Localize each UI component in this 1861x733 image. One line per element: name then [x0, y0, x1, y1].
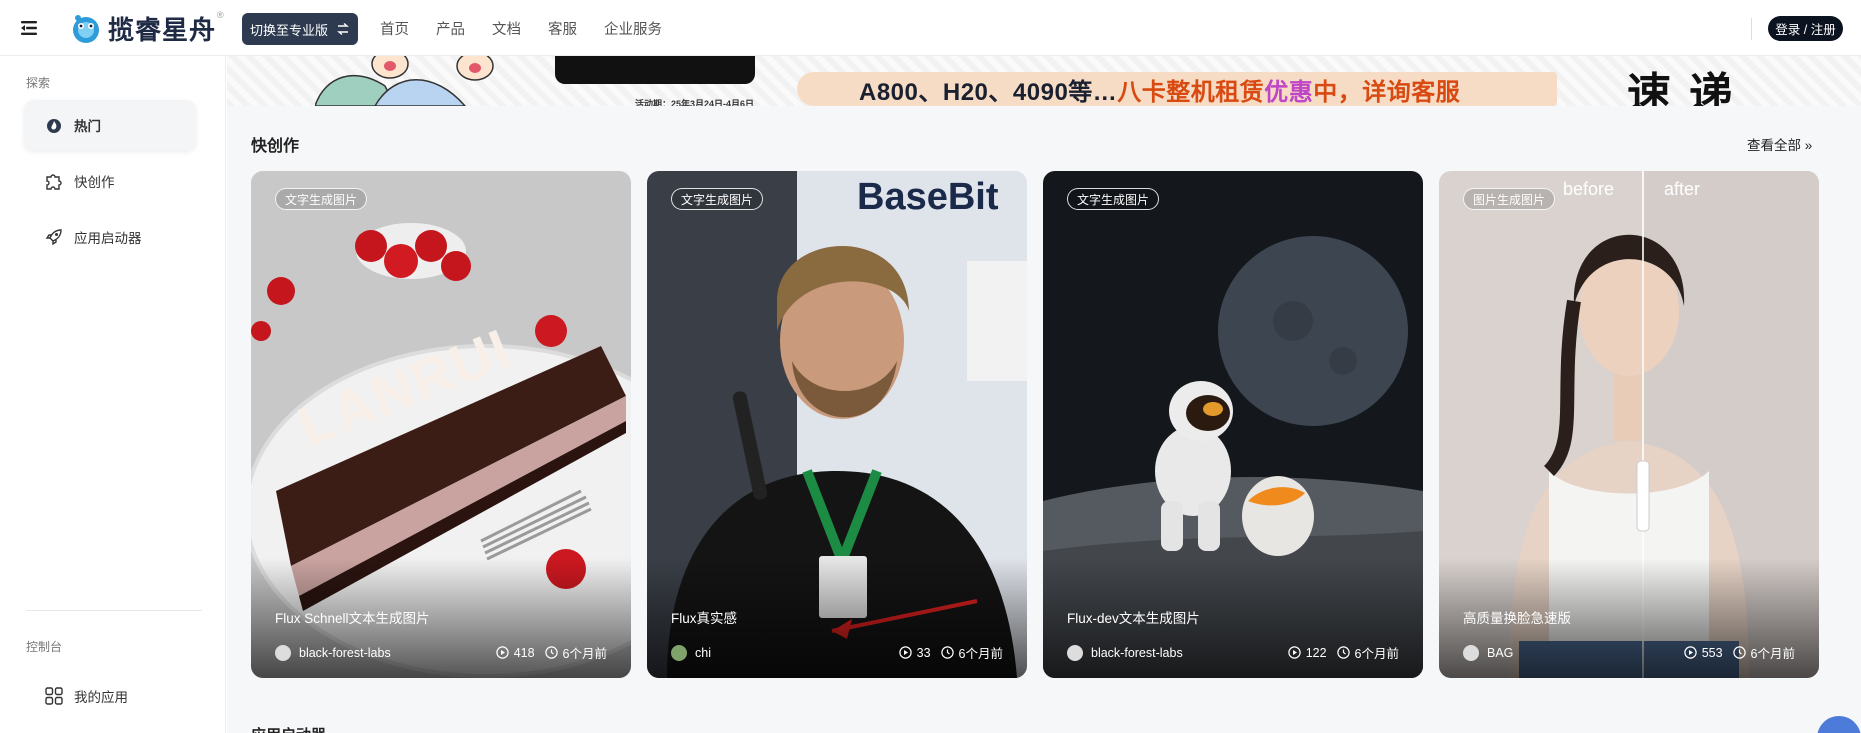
avatar: [1463, 644, 1479, 661]
run-count: 418: [495, 645, 535, 660]
sidebar-item-label: 应用启动器: [74, 231, 142, 246]
card-image-text: BaseBit: [857, 176, 999, 218]
card-tag: 文字生成图片: [1067, 188, 1160, 210]
banner-strip-prefix: A800、H20、4090等…: [859, 78, 1118, 106]
switch-pro-button[interactable]: 切换至专业版: [242, 13, 358, 45]
run-count: 122: [1287, 645, 1327, 660]
card-title: 高质量换脸急速版: [1463, 611, 1571, 626]
updated-time-value: 6个月前: [958, 647, 1003, 661]
logo-text: 揽睿星舟: [108, 15, 217, 45]
banner-date: 活动期：25年3月24日-4月6日: [635, 99, 755, 106]
card-title: Flux-dev文本生成图片: [1067, 611, 1200, 626]
nav-support[interactable]: 客服: [548, 18, 577, 39]
card-tag: 文字生成图片: [275, 188, 368, 210]
banner-right-title: 速递: [1627, 70, 1751, 106]
sidebar: 探索 热门 快创作 应用启动器 控制台 我的应用: [0, 56, 226, 733]
section-title-quick-create: 快创作: [251, 138, 300, 155]
run-count-value: 122: [1305, 645, 1327, 660]
app-card-flux-realism[interactable]: BaseBit 文字生成图片 Flux真实感 chi 33 6个月前: [647, 171, 1027, 678]
main-content: 活动期：25年3月24日-4月6日 A800、H20、4090等… 八卡整机租赁…: [227, 56, 1861, 733]
card-author: BAG: [1487, 645, 1514, 660]
updated-time: 6个月前: [544, 643, 607, 662]
clock-icon: [940, 646, 954, 659]
app-card-flux-schnell[interactable]: LANRUI 文字生成图片 Flux Schnell文本生成图片 black-f…: [251, 171, 631, 678]
card-title: Flux Schnell文本生成图片: [275, 611, 430, 626]
sidebar-item-label: 我的应用: [74, 690, 128, 705]
avatar: [275, 644, 291, 661]
sidebar-section-console: 控制台: [26, 640, 63, 654]
view-all-link[interactable]: 查看全部 »: [1747, 134, 1812, 154]
main-nav: 首页 产品 文档 客服 企业服务: [380, 0, 689, 56]
updated-time: 6个月前: [1336, 643, 1399, 662]
banner-strip-highlight: 八卡整机租赁: [1117, 78, 1265, 106]
banner-illustration: [315, 56, 494, 106]
card-meta: black-forest-labs 122 6个月前: [1067, 643, 1399, 662]
rocket-icon: [44, 227, 64, 247]
sidebar-item-hot[interactable]: 热门: [24, 100, 196, 150]
floating-help-icon[interactable]: [1817, 716, 1861, 733]
sidebar-section-explore: 探索: [26, 76, 51, 90]
logo-icon: [73, 14, 99, 43]
logo[interactable]: 揽睿星舟®: [68, 10, 225, 47]
play-circle-icon: [898, 646, 912, 659]
updated-time-value: 6个月前: [562, 647, 607, 661]
play-circle-icon: [1683, 646, 1697, 659]
sidebar-item-label: 热门: [74, 119, 101, 134]
avatar: [671, 644, 687, 661]
card-author: chi: [695, 645, 711, 660]
card-meta: black-forest-labs 418 6个月前: [275, 643, 607, 662]
nav-products[interactable]: 产品: [436, 18, 465, 39]
puzzle-icon: [44, 171, 64, 191]
updated-time: 6个月前: [940, 643, 1003, 662]
nav-docs[interactable]: 文档: [492, 18, 521, 39]
card-tag: 文字生成图片: [671, 188, 764, 210]
banner-strip: A800、H20、4090等… 八卡整机租赁 优惠 中，详询客服: [797, 72, 1557, 106]
sidebar-item-app-launcher[interactable]: 应用启动器: [24, 212, 196, 262]
card-author: black-forest-labs: [1091, 645, 1183, 660]
run-count-value: 553: [1701, 645, 1723, 660]
sidebar-divider: [26, 610, 202, 611]
top-bar: 揽睿星舟® 切换至专业版 首页 产品 文档 客服 企业服务 登录 / 注册: [0, 0, 1861, 56]
clock-icon: [1336, 646, 1350, 659]
switch-pro-label: 切换至专业版: [249, 22, 328, 38]
section-title-app-launcher: 应用启动器: [251, 724, 326, 733]
grid-icon: [44, 686, 64, 706]
run-count-value: 33: [916, 645, 931, 660]
after-label: after: [1664, 179, 1701, 199]
fire-icon: [44, 115, 64, 135]
banner-strip-suffix: 中，详询客服: [1313, 78, 1461, 106]
nav-enterprise[interactable]: 企业服务: [604, 18, 662, 39]
updated-time: 6个月前: [1732, 643, 1795, 662]
run-count-value: 418: [513, 645, 535, 660]
card-meta: chi 33 6个月前: [671, 643, 1003, 662]
avatar: [1067, 644, 1083, 661]
login-register-button[interactable]: 登录 / 注册: [1768, 16, 1843, 41]
swap-icon: [337, 22, 349, 36]
clock-icon: [1732, 646, 1746, 659]
registered-mark: ®: [217, 10, 225, 20]
clock-icon: [544, 646, 558, 659]
nav-home[interactable]: 首页: [380, 18, 409, 39]
banner-strip-discount: 优惠: [1264, 78, 1314, 106]
sidebar-item-quick-create[interactable]: 快创作: [24, 156, 196, 206]
sidebar-item-label: 快创作: [74, 175, 115, 190]
card-author: black-forest-labs: [299, 645, 391, 660]
banner-title-plate: [555, 56, 755, 84]
card-title: Flux真实感: [671, 611, 738, 626]
play-circle-icon: [495, 646, 509, 659]
updated-time-value: 6个月前: [1354, 647, 1399, 661]
card-tag: 图片生成图片: [1463, 188, 1556, 210]
before-label: before: [1563, 179, 1615, 199]
promo-banner[interactable]: 活动期：25年3月24日-4月6日 A800、H20、4090等… 八卡整机租赁…: [227, 56, 1861, 106]
card-meta: BAG 553 6个月前: [1463, 643, 1795, 662]
sidebar-item-my-apps[interactable]: 我的应用: [24, 671, 196, 721]
play-circle-icon: [1287, 646, 1301, 659]
updated-time-value: 6个月前: [1750, 647, 1795, 661]
run-count: 33: [898, 645, 931, 660]
app-card-face-swap[interactable]: before after 图片生成图片 高质量换脸急速版 BAG 553 6个月…: [1439, 171, 1819, 678]
header-divider: [1751, 18, 1752, 40]
run-count: 553: [1683, 645, 1723, 660]
menu-toggle-icon[interactable]: [18, 16, 42, 40]
app-card-flux-dev[interactable]: 文字生成图片 Flux-dev文本生成图片 black-forest-labs …: [1043, 171, 1423, 678]
